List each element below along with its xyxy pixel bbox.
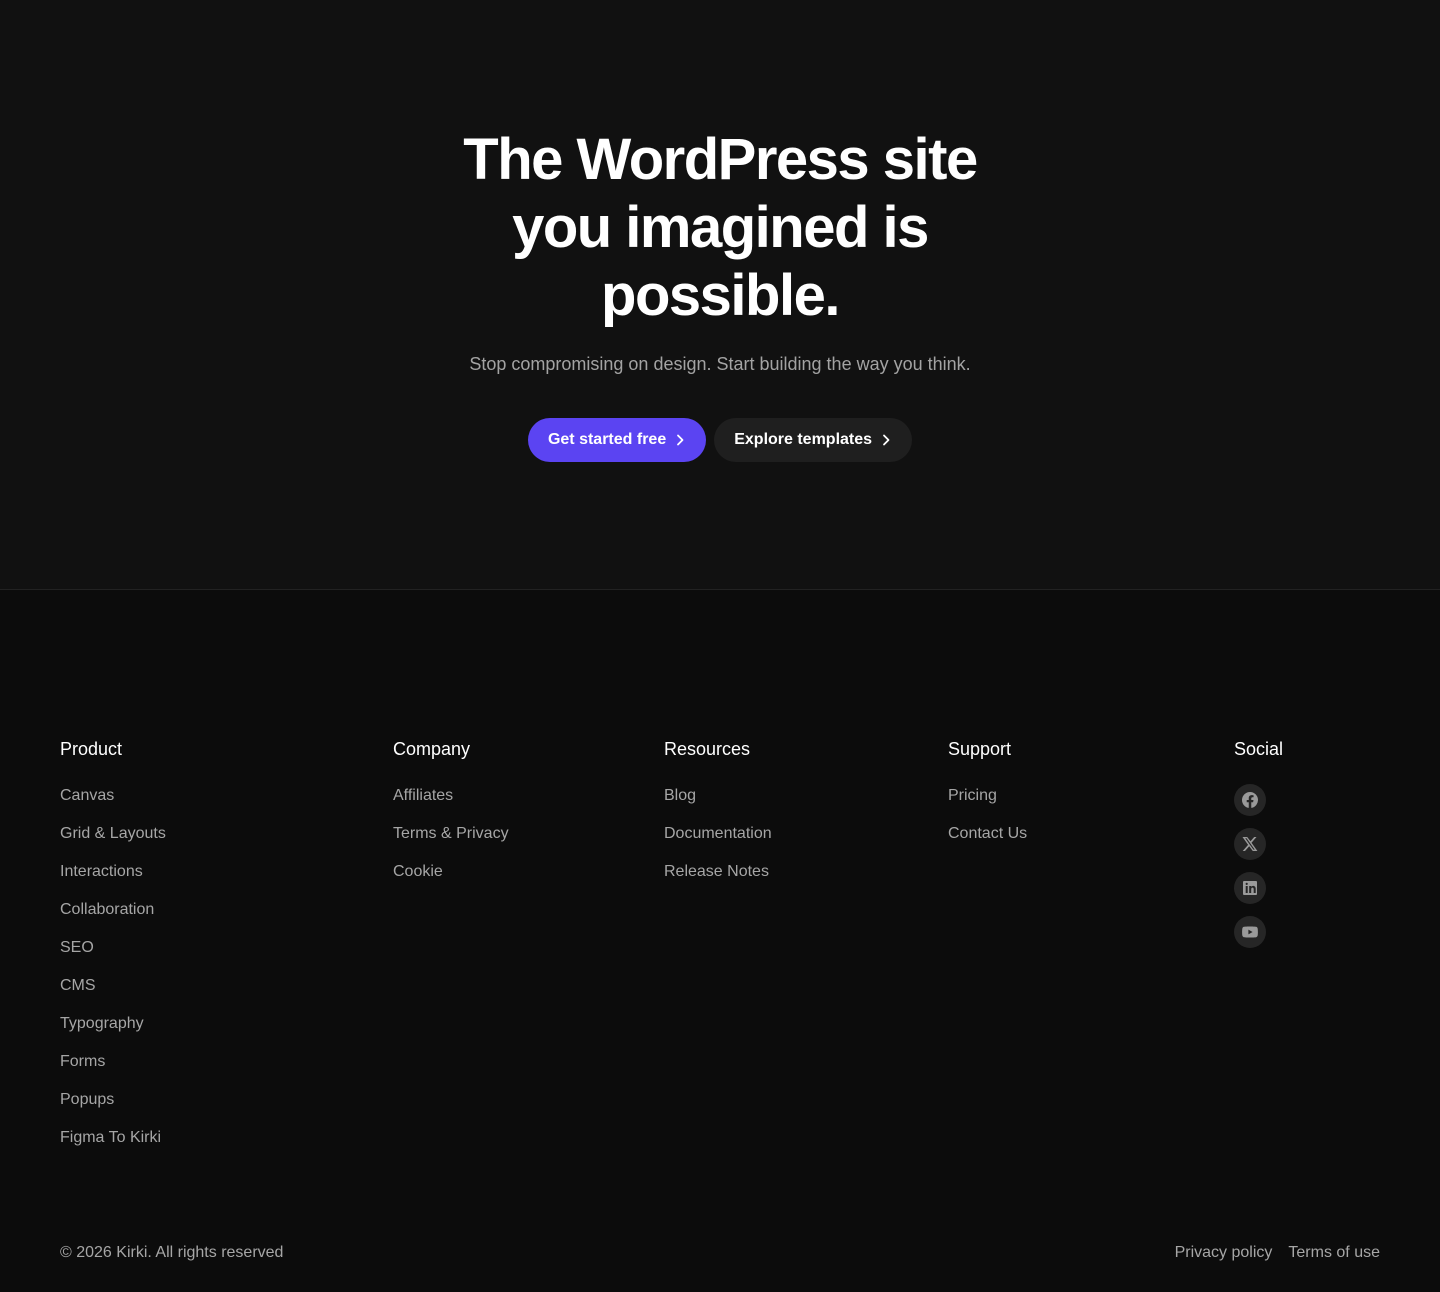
list-item: SEO [60, 938, 166, 976]
list-item: Cookie [393, 862, 509, 900]
social-list [1234, 784, 1283, 960]
footer-column-resources: Resources Blog Documentation Release Not… [664, 738, 772, 900]
x-icon [1242, 837, 1258, 851]
hero-title-line: possible. [601, 263, 840, 328]
hero-section: The WordPress site you imagined is possi… [0, 0, 1440, 590]
footer-link-typography[interactable]: Typography [60, 1015, 144, 1032]
footer-link-pricing[interactable]: Pricing [948, 787, 997, 804]
footer-link-affiliates[interactable]: Affiliates [393, 787, 453, 804]
explore-templates-button[interactable]: Explore templates [714, 418, 913, 462]
youtube-link[interactable] [1234, 916, 1266, 948]
list-item: Documentation [664, 824, 772, 862]
legal-links: Privacy policy Terms of use [1175, 1243, 1380, 1263]
list-item: Contact Us [948, 824, 1027, 862]
footer-link-list: Pricing Contact Us [948, 786, 1027, 862]
hero-title: The WordPress site you imagined is possi… [0, 126, 1440, 330]
footer-column-heading: Product [60, 739, 123, 759]
footer-link-canvas[interactable]: Canvas [60, 787, 114, 804]
list-item [1234, 784, 1283, 828]
footer-bottom-bar: © 2026 Kirki. All rights reserved Privac… [60, 1243, 1380, 1263]
chevron-right-icon [677, 434, 684, 446]
list-item [1234, 828, 1283, 872]
footer-link-popups[interactable]: Popups [60, 1091, 114, 1108]
footer-column-company: Company Affiliates Terms & Privacy Cooki… [393, 738, 509, 900]
hero-subtitle: Stop compromising on design. Start build… [469, 354, 971, 374]
list-item: Interactions [60, 862, 166, 900]
footer-link-forms[interactable]: Forms [60, 1053, 105, 1070]
footer-link-collaboration[interactable]: Collaboration [60, 901, 154, 918]
youtube-icon [1242, 926, 1258, 938]
list-item: Canvas [60, 786, 166, 824]
footer-link-grid-layouts[interactable]: Grid & Layouts [60, 825, 166, 842]
footer-link-blog[interactable]: Blog [664, 787, 696, 804]
footer-link-list: Canvas Grid & Layouts Interactions Colla… [60, 786, 166, 1166]
get-started-button[interactable]: Get started free [527, 418, 707, 462]
footer-column-heading: Company [393, 739, 471, 759]
footer-link-terms-privacy[interactable]: Terms & Privacy [393, 825, 509, 842]
footer-column-product: Product Canvas Grid & Layouts Interactio… [60, 738, 166, 1166]
list-item [1234, 916, 1283, 960]
footer-link-seo[interactable]: SEO [60, 939, 94, 956]
chevron-right-icon [883, 434, 890, 446]
footer-column-social: Social [1234, 738, 1283, 960]
footer-link-documentation[interactable]: Documentation [664, 825, 772, 842]
footer-column-heading: Social [1234, 739, 1284, 759]
page: The WordPress site you imagined is possi… [0, 0, 1440, 1292]
footer-link-contact-us[interactable]: Contact Us [948, 825, 1027, 842]
facebook-icon [1242, 792, 1258, 808]
linkedin-icon [1243, 881, 1257, 895]
footer-link-list: Affiliates Terms & Privacy Cookie [393, 786, 509, 900]
list-item: Forms [60, 1052, 166, 1090]
footer-link-cms[interactable]: CMS [60, 977, 96, 994]
list-item: Figma To Kirki [60, 1128, 166, 1166]
footer-column-heading: Resources [664, 739, 751, 759]
list-item: Pricing [948, 786, 1027, 824]
copyright-text: © 2026 Kirki. All rights reserved [60, 1244, 284, 1261]
footer-column-heading: Support [948, 739, 1012, 759]
list-item: Popups [60, 1090, 166, 1128]
list-item: Grid & Layouts [60, 824, 166, 862]
footer-column-support: Support Pricing Contact Us [948, 738, 1027, 862]
terms-of-use-link[interactable]: Terms of use [1288, 1243, 1380, 1263]
privacy-policy-link[interactable]: Privacy policy [1175, 1243, 1273, 1263]
hero-title-line: you imagined is [512, 195, 929, 260]
list-item: Typography [60, 1014, 166, 1052]
footer-link-cookie[interactable]: Cookie [393, 863, 443, 880]
list-item: CMS [60, 976, 166, 1014]
list-item [1234, 872, 1283, 916]
hero-actions: Get started free Explore templates [0, 418, 1440, 462]
hero-title-line: The WordPress site [463, 127, 978, 192]
list-item: Terms & Privacy [393, 824, 509, 862]
facebook-link[interactable] [1234, 784, 1266, 816]
linkedin-link[interactable] [1234, 872, 1266, 904]
get-started-label: Get started free [547, 431, 667, 448]
list-item: Affiliates [393, 786, 509, 824]
footer-link-figma-to-kirki[interactable]: Figma To Kirki [60, 1129, 161, 1146]
footer-link-interactions[interactable]: Interactions [60, 863, 143, 880]
list-item: Blog [664, 786, 772, 824]
explore-templates-label: Explore templates [734, 431, 873, 448]
list-item: Collaboration [60, 900, 166, 938]
footer-link-release-notes[interactable]: Release Notes [664, 863, 769, 880]
footer-link-list: Blog Documentation Release Notes [664, 786, 772, 900]
x-link[interactable] [1234, 828, 1266, 860]
list-item: Release Notes [664, 862, 772, 900]
